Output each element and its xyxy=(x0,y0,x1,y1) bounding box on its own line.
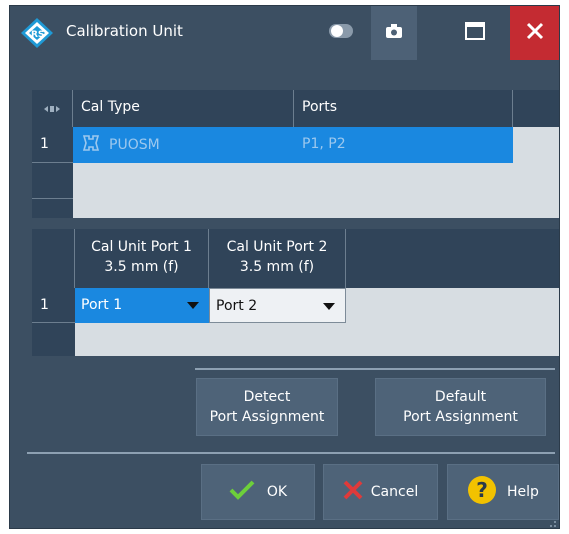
window-title: Calibration Unit xyxy=(66,22,183,40)
resize-grip-icon[interactable] xyxy=(547,516,557,527)
title-bar: RS Calibration Unit xyxy=(10,6,559,60)
ok-button[interactable]: OK xyxy=(201,464,315,520)
divider xyxy=(27,452,555,454)
cancel-x-icon xyxy=(343,480,363,504)
column-header-cal-unit-port-2[interactable]: Cal Unit Port 2 3.5 mm (f) xyxy=(209,229,346,288)
row-number: 1 xyxy=(32,127,73,163)
screenshot-button[interactable] xyxy=(371,6,417,60)
help-button[interactable]: ? Help xyxy=(447,464,559,520)
cal-type-table: Cal Type Ports 1 PUOSM P1, P2 xyxy=(32,90,559,218)
checkmark-icon xyxy=(229,480,255,504)
maximize-icon xyxy=(465,22,485,44)
help-label: Help xyxy=(507,484,539,500)
svg-text:?: ? xyxy=(476,478,488,502)
port-1-select[interactable]: Port 1 xyxy=(75,288,209,323)
camera-icon xyxy=(386,24,402,42)
header-line: Cal Unit Port 1 xyxy=(91,239,192,255)
button-label: Detect xyxy=(243,389,291,405)
port-table-corner xyxy=(32,229,75,288)
divider xyxy=(195,368,555,370)
rs-logo-icon: RS xyxy=(20,17,54,49)
port-2-select[interactable]: Port 2 xyxy=(209,288,346,323)
toggle-icon xyxy=(329,24,353,42)
cal-type-cell[interactable]: PUOSM xyxy=(73,127,294,163)
button-label: Default xyxy=(434,389,487,405)
chevron-down-icon xyxy=(187,302,199,309)
button-label: Port Assignment xyxy=(403,409,518,425)
ok-label: OK xyxy=(266,484,288,500)
column-resize-corner[interactable] xyxy=(32,90,73,127)
column-resize-icon xyxy=(44,101,60,117)
header-line: 3.5 mm (f) xyxy=(239,259,315,275)
detect-port-assignment-button[interactable]: Detect Port Assignment xyxy=(196,378,338,436)
cancel-button[interactable]: Cancel xyxy=(323,464,438,520)
cancel-label: Cancel xyxy=(370,484,419,500)
port-1-value: Port 1 xyxy=(81,297,123,313)
column-header-cal-unit-port-1[interactable]: Cal Unit Port 1 3.5 mm (f) xyxy=(75,229,209,288)
calibration-unit-dialog: RS Calibration Unit Cal Type Ports 1 PUO… xyxy=(9,5,560,529)
port-2-value: Port 2 xyxy=(216,298,258,314)
header-line: 3.5 mm (f) xyxy=(104,259,179,275)
default-port-assignment-button[interactable]: Default Port Assignment xyxy=(375,378,546,436)
calkit-icon xyxy=(81,133,101,157)
close-icon xyxy=(526,22,544,44)
empty-row-number xyxy=(32,163,73,199)
row-number: 1 xyxy=(32,288,75,323)
maximize-button[interactable] xyxy=(450,6,500,60)
toggle-button[interactable] xyxy=(316,6,366,60)
column-header-cal-type[interactable]: Cal Type xyxy=(73,90,294,127)
port-assignment-table: Cal Unit Port 1 3.5 mm (f) Cal Unit Port… xyxy=(32,229,559,356)
help-icon: ? xyxy=(467,475,497,509)
button-label: Port Assignment xyxy=(209,409,325,425)
chevron-down-icon xyxy=(323,303,335,310)
svg-text:RS: RS xyxy=(31,30,44,40)
cal-type-value: PUOSM xyxy=(109,137,160,153)
close-button[interactable] xyxy=(510,6,559,60)
ports-cell[interactable]: P1, P2 xyxy=(294,127,513,163)
column-header-ports[interactable]: Ports xyxy=(294,90,513,127)
header-line: Cal Unit Port 2 xyxy=(226,239,328,255)
